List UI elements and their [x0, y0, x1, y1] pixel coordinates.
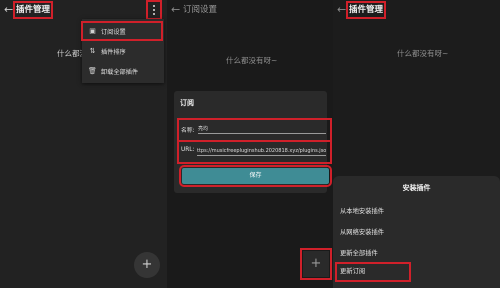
page-title: 插件管理 [345, 1, 387, 19]
menu-item-label: 卸载全部插件 [101, 68, 139, 76]
empty-state-text: 什么都没有呀~ [226, 56, 278, 65]
menu-item-subscription-settings[interactable]: ▣ 订阅设置 [81, 21, 163, 41]
back-arrow-icon[interactable]: ← [4, 4, 13, 16]
install-from-network-item[interactable]: 从网络安装插件 [340, 227, 384, 236]
menu-item-label: 订阅设置 [101, 28, 126, 36]
plugin-manager-panel: ← 插件管理 什么都没 ▣ 订阅设置 ⇅ 插件排序 🗑 卸载全部插件 + [0, 0, 167, 288]
subscription-dialog: 订阅 名称: 亮均 URL: ttps://musicfreepluginshu… [174, 91, 332, 193]
update-subscription-item[interactable]: 更新订阅 [335, 262, 411, 282]
update-all-plugins-item[interactable]: 更新全部插件 [340, 248, 378, 257]
more-vertical-icon[interactable] [146, 0, 162, 20]
add-plugin-fab[interactable]: + [134, 252, 160, 278]
install-from-local-item[interactable]: 从本地安装插件 [340, 206, 384, 215]
overflow-menu: ▣ 订阅设置 ⇅ 插件排序 🗑 卸载全部插件 [81, 19, 164, 83]
dialog-title: 订阅 [180, 99, 194, 107]
url-label: URL: [181, 147, 195, 153]
save-button[interactable]: 保存 [179, 165, 332, 187]
url-field: URL: ttps://musicfreepluginshub.2020818.… [177, 140, 332, 164]
subscription-settings-panel: ← 订阅设置 什么都没有呀~ 订阅 名称: 亮均 URL: ttps://mus… [167, 0, 333, 288]
page-title: 订阅设置 [183, 5, 218, 15]
trash-icon: 🗑 [88, 66, 97, 75]
empty-state-text: 什么都没有呀~ [397, 49, 449, 58]
menu-item-label: 插件排序 [101, 48, 126, 56]
plugin-manager-install-panel: ← 插件管理 什么都没有呀~ 安装插件 从本地安装插件 从网络安装插件 更新全部… [333, 0, 500, 288]
menu-item-uninstall-all[interactable]: 🗑 卸载全部插件 [84, 64, 160, 78]
sort-icon: ⇅ [89, 46, 96, 55]
app-bar: ← 订阅设置 [167, 0, 333, 20]
name-input[interactable]: 亮均 [198, 125, 326, 134]
sheet-title: 安装插件 [402, 184, 431, 192]
app-bar: ← 插件管理 [333, 0, 500, 20]
page-title: 插件管理 [12, 1, 54, 19]
add-plugin-fab[interactable]: + [300, 248, 332, 280]
name-label: 名称: [181, 128, 195, 134]
url-input[interactable]: ttps://musicfreepluginshub.2020818.xyz/p… [197, 147, 326, 156]
back-arrow-icon[interactable]: ← [337, 4, 346, 16]
install-plugin-sheet: 安装插件 从本地安装插件 从网络安装插件 更新全部插件 更新订阅 [333, 176, 500, 288]
menu-item-plugin-sort[interactable]: ⇅ 插件排序 [84, 44, 160, 58]
subscription-icon: ▣ [89, 26, 96, 35]
name-field: 名称: 亮均 [177, 118, 332, 142]
app-bar: ← 插件管理 [0, 0, 167, 20]
back-arrow-icon[interactable]: ← [171, 4, 180, 16]
